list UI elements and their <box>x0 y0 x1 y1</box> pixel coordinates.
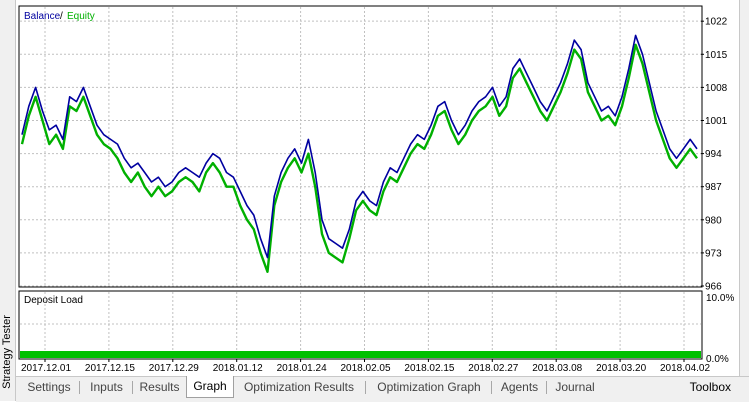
legend-separator: / <box>60 11 63 22</box>
x-tick-label: 2018.02.15 <box>404 363 454 374</box>
y-tick-label: 973 <box>705 248 722 259</box>
right-edge <box>739 0 749 401</box>
deposit-panel-frame <box>18 290 703 360</box>
x-tick-label: 2018.01.24 <box>277 363 327 374</box>
y-tick-label: 1015 <box>705 50 728 61</box>
x-tick-label: 2017.12.29 <box>149 363 199 374</box>
tab-journal[interactable]: Journal <box>547 377 603 397</box>
y-tick-label: 987 <box>705 182 722 193</box>
x-tick-label: 2017.12.01 <box>21 363 71 374</box>
tab-optimization-results[interactable]: Optimization Results <box>232 377 366 397</box>
x-tick-label: 2018.04.02 <box>660 363 710 374</box>
tab-graph[interactable]: Graph <box>186 376 234 398</box>
y-tick-label: 994 <box>705 149 722 160</box>
x-tick-label: 2018.02.27 <box>468 363 518 374</box>
tab-bar: Settings Inputs Results Graph Optimization R… <box>16 376 749 402</box>
x-tick-label: 2018.01.12 <box>213 363 263 374</box>
toolbox-label[interactable]: Toolbox <box>690 377 731 397</box>
legend-equity: Equity <box>67 11 95 22</box>
x-axis-ticks: 2017.12.01 2017.12.15 2017.12.29 2018.01.12… <box>21 359 710 374</box>
tab-settings[interactable]: Settings <box>18 377 80 397</box>
tab-optimization-graph[interactable]: Optimization Graph <box>366 377 492 397</box>
x-tick-label: 2018.03.20 <box>596 363 646 374</box>
y-tick-label: 966 <box>705 282 722 293</box>
tab-results[interactable]: Results <box>133 377 186 397</box>
tab-agents[interactable]: Agents <box>492 377 547 397</box>
side-strip: Strategy Tester <box>0 0 16 401</box>
main-chart-frame <box>18 5 703 288</box>
deposit-axis-top: 10.0% <box>706 293 734 304</box>
deposit-load-bar <box>20 351 701 358</box>
y-tick-label: 980 <box>705 215 722 226</box>
x-tick-label: 2018.02.05 <box>341 363 391 374</box>
x-tick-label: 2017.12.15 <box>85 363 135 374</box>
y-tick-label: 1022 <box>705 17 728 28</box>
chart-area: 1022 1015 1008 1001 994 987 980 973 966 Balance … <box>16 0 739 376</box>
y-tick-label: 1001 <box>705 116 728 127</box>
strategy-tester-label: Strategy Tester <box>1 315 13 389</box>
y-axis-ticks: 1022 1015 1008 1001 994 987 980 973 966 <box>701 17 728 293</box>
y-tick-label: 1008 <box>705 83 728 94</box>
tab-inputs[interactable]: Inputs <box>80 377 133 397</box>
deposit-load-title: Deposit Load <box>24 295 83 306</box>
x-tick-label: 2018.03.08 <box>532 363 582 374</box>
chart-svg: 1022101510081001994987980973966 Balance … <box>18 5 734 374</box>
legend-balance: Balance <box>24 11 61 22</box>
